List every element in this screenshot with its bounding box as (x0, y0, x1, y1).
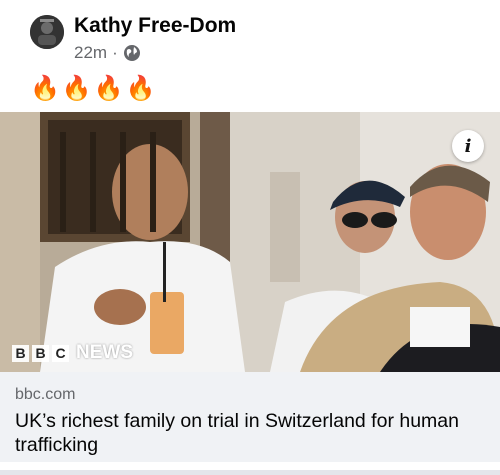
author-avatar[interactable] (30, 15, 64, 49)
news-photo (0, 112, 500, 372)
globe-icon (123, 44, 141, 62)
info-icon[interactable]: i (452, 130, 484, 162)
news-logo-text: NEWS (76, 342, 133, 363)
post-image[interactable]: i B B C NEWS (0, 112, 500, 372)
author-name[interactable]: Kathy Free-Dom (74, 14, 236, 38)
link-headline[interactable]: UK’s richest family on trial in Switzerl… (15, 409, 485, 457)
bbc-logo-letter: B (12, 344, 29, 362)
avatar-image (30, 15, 64, 49)
link-domain: bbc.com (15, 386, 76, 403)
post-text: 🔥🔥🔥🔥 (30, 75, 158, 102)
post-timestamp[interactable]: 22m (74, 43, 107, 63)
bbc-news-watermark: B B C NEWS (12, 342, 133, 364)
link-preview-card[interactable]: bbc.com UK’s richest family on trial in … (0, 372, 500, 462)
post-meta: 22m · (74, 43, 141, 63)
bbc-logo-letter: B (32, 344, 49, 362)
facebook-post: Kathy Free-Dom 22m · 🔥🔥🔥🔥 i B B C NEWS b… (0, 0, 500, 475)
post-divider (0, 470, 500, 475)
meta-separator: · (112, 43, 118, 62)
bbc-logo-letter: C (52, 344, 69, 362)
